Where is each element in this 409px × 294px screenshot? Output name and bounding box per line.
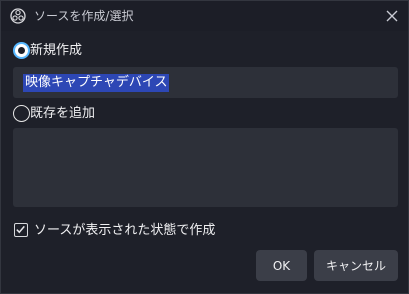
add-existing-radio[interactable]: [13, 105, 30, 122]
visible-checkbox[interactable]: [14, 223, 28, 237]
title-bar: ソースを作成/選択: [1, 1, 408, 31]
cancel-button[interactable]: キャンセル: [314, 250, 398, 281]
create-new-label: 新規作成: [30, 43, 83, 58]
existing-sources-list[interactable]: [13, 128, 398, 207]
window-title: ソースを作成/選択: [34, 9, 134, 23]
ok-button[interactable]: OK: [256, 250, 307, 281]
checkmark-icon: [16, 225, 25, 234]
obs-logo-icon: [10, 8, 26, 24]
add-existing-label: 既存を追加: [30, 106, 96, 121]
visible-checkbox-label: ソースが表示された状態で作成: [34, 223, 216, 238]
create-select-source-dialog: ソースを作成/選択 新規作成 映像キャプチャデバイス 既存を追加 ソースが表示さ…: [0, 0, 409, 294]
create-new-radio[interactable]: [13, 42, 30, 59]
source-name-value: 映像キャプチャデバイス: [23, 74, 170, 92]
close-icon[interactable]: [385, 9, 399, 23]
source-name-input[interactable]: 映像キャプチャデバイス: [13, 67, 398, 98]
